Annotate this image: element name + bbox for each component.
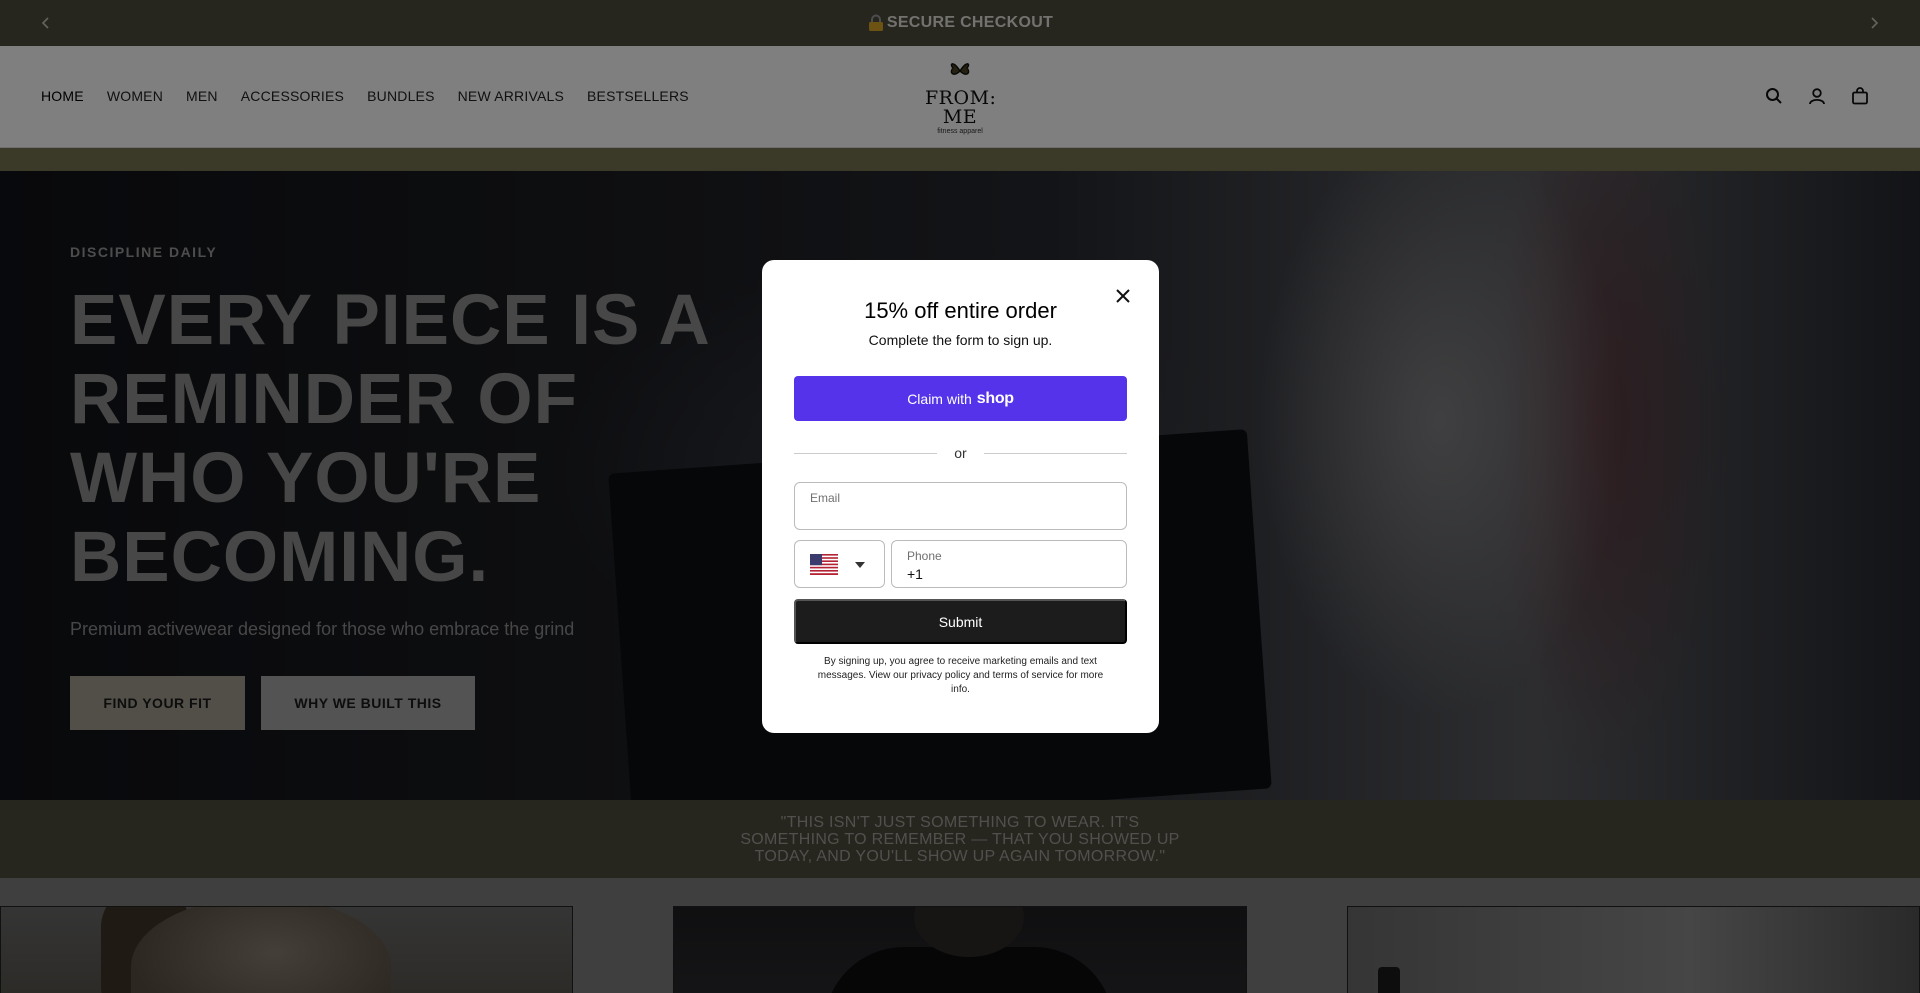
modal-title: 15% off entire order	[864, 298, 1057, 323]
divider-line-right	[984, 453, 1127, 454]
legal-disclaimer: By signing up, you agree to receive mark…	[817, 656, 1104, 695]
email-field[interactable]: Email	[794, 482, 1127, 530]
country-code-select[interactable]	[794, 540, 885, 588]
modal-subtitle: Complete the form to sign up.	[868, 332, 1053, 348]
chevron-down-icon	[855, 562, 865, 568]
claim-with-shop-button[interactable]: Claim with shop	[794, 376, 1127, 421]
phone-field[interactable]: Phone +1	[891, 540, 1127, 588]
phone-value: +1	[907, 566, 923, 582]
shop-button-prefix: Claim with	[907, 390, 972, 407]
or-divider: or	[794, 446, 1127, 460]
signup-modal: 15% off entire order Complete the form t…	[762, 260, 1159, 733]
submit-button[interactable]: Submit	[794, 599, 1127, 644]
phone-label: Phone	[907, 549, 942, 563]
email-label: Email	[810, 491, 841, 505]
shop-logo-text: shop	[976, 389, 1014, 407]
us-flag-icon	[810, 554, 838, 575]
